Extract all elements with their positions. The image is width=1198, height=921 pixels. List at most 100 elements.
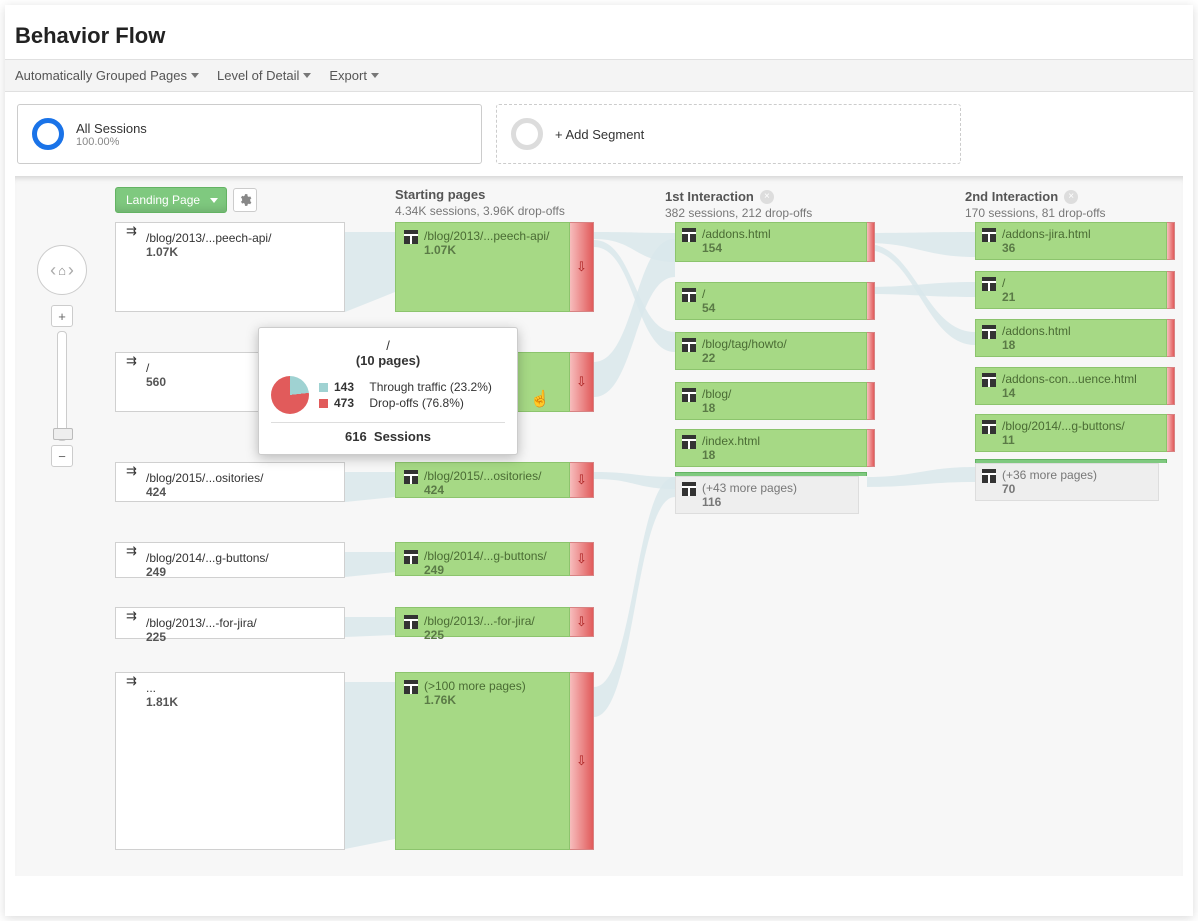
start-node-title: (>100 more pages) xyxy=(424,679,526,693)
nav-controls: ‹ ⌂ › + − xyxy=(37,245,87,467)
dropoff-indicator xyxy=(1167,319,1175,357)
start-node[interactable]: /blog/2013/...-for-jira/225 ⇩ xyxy=(395,607,594,637)
add-segment[interactable]: + Add Segment xyxy=(496,104,961,164)
interaction-node[interactable]: /21 xyxy=(975,271,1175,309)
level-of-detail-dropdown[interactable]: Level of Detail xyxy=(217,68,311,83)
dropoff-indicator xyxy=(867,222,875,262)
interaction-node-title: /addons-jira.html xyxy=(1002,227,1091,241)
landing-node-count: 1.81K xyxy=(146,695,178,709)
tooltip-pages: (10 pages) xyxy=(271,353,505,368)
start-node-count: 1.76K xyxy=(424,693,526,707)
interaction-node[interactable]: /54 xyxy=(675,282,875,320)
segment-value: 100.00% xyxy=(76,136,147,148)
interaction-node-title: / xyxy=(702,287,715,301)
interaction-node-count: 11 xyxy=(1002,433,1125,447)
flow-canvas[interactable]: ‹ ⌂ › + − xyxy=(15,176,1183,876)
dropoff-indicator xyxy=(867,382,875,420)
dropoff-indicator xyxy=(1167,367,1175,405)
pie-chart xyxy=(271,376,309,414)
chevron-down-icon xyxy=(303,73,311,78)
start-node[interactable]: (>100 more pages)1.76K ⇩ xyxy=(395,672,594,850)
zoom-thumb[interactable] xyxy=(53,428,73,440)
interaction-node[interactable]: /addons.html154 xyxy=(675,222,875,262)
interaction-node[interactable]: /blog/18 xyxy=(675,382,875,420)
settings-button[interactable] xyxy=(233,188,257,212)
page-icon xyxy=(982,277,996,291)
start-node-title: /blog/2015/...ositories/ xyxy=(424,469,541,483)
close-column-button[interactable]: × xyxy=(760,190,774,204)
start-node-count: 225 xyxy=(424,628,535,642)
start-node[interactable]: /blog/2015/...ositories/424 ⇩ xyxy=(395,462,594,498)
interaction-node[interactable]: /addons.html18 xyxy=(975,319,1175,357)
page-icon xyxy=(982,469,996,483)
interaction-node[interactable]: /index.html18 xyxy=(675,429,875,467)
page-icon xyxy=(682,388,696,402)
dimension-select[interactable]: Landing Page xyxy=(115,187,227,213)
landing-node-title: ... xyxy=(146,681,178,695)
toolbar: Automatically Grouped Pages Level of Det… xyxy=(5,59,1193,92)
interaction-node-title: /blog/2014/...g-buttons/ xyxy=(1002,419,1125,433)
page-icon xyxy=(982,228,996,242)
start-node-title: /blog/2013/...-for-jira/ xyxy=(424,614,535,628)
landing-node-title: /blog/2015/...ositories/ xyxy=(146,471,263,485)
dropoff-indicator: ⇩ xyxy=(570,672,594,850)
pan-home-button[interactable]: ‹ ⌂ › xyxy=(37,245,87,295)
interaction-node-title: /addons-con...uence.html xyxy=(1002,372,1137,386)
interaction-node[interactable]: /blog/2014/...g-buttons/11 xyxy=(975,414,1175,452)
zoom-in-button[interactable]: + xyxy=(51,305,73,327)
landing-node[interactable]: ⇉...1.81K xyxy=(115,672,345,850)
tooltip-through-label: Through traffic (23.2%) xyxy=(369,380,492,394)
start-node-count: 249 xyxy=(424,563,547,577)
level-of-detail-label: Level of Detail xyxy=(217,68,299,83)
landing-node-count: 1.07K xyxy=(146,245,271,259)
interaction-node[interactable]: /addons-con...uence.html14 xyxy=(975,367,1175,405)
start-node[interactable]: /blog/2014/...g-buttons/249 ⇩ xyxy=(395,542,594,576)
landing-node[interactable]: ⇉/blog/2014/...g-buttons/249 xyxy=(115,542,345,578)
interaction-node-count: 14 xyxy=(1002,386,1137,400)
segment-all-sessions[interactable]: All Sessions 100.00% xyxy=(17,104,482,164)
interaction-more-node[interactable]: (+43 more pages)116 xyxy=(675,472,867,514)
interaction-node[interactable]: /addons-jira.html36 xyxy=(975,222,1175,260)
grouped-pages-label: Automatically Grouped Pages xyxy=(15,68,187,83)
start-node-count: 1.07K xyxy=(424,243,549,257)
page-icon xyxy=(682,338,696,352)
page-icon xyxy=(682,482,696,496)
arrow-down-icon: ⇩ xyxy=(576,472,587,488)
interaction-node-count: 18 xyxy=(702,401,731,415)
interaction-more-node[interactable]: (+36 more pages)70 xyxy=(975,459,1167,501)
col-start-sub: 4.34K sessions, 3.96K drop-offs xyxy=(395,204,595,218)
page-icon xyxy=(682,288,696,302)
gear-icon xyxy=(238,193,252,207)
tooltip-sessions-label: Sessions xyxy=(374,429,431,444)
arrow-down-icon: ⇩ xyxy=(576,259,587,275)
page-icon xyxy=(404,230,418,244)
dropoff-indicator: ⇩ xyxy=(570,352,594,412)
segment-label: All Sessions xyxy=(76,121,147,136)
close-column-button[interactable]: × xyxy=(1064,190,1078,204)
landing-node[interactable]: ⇉/blog/2013/...-for-jira/225 xyxy=(115,607,345,639)
col-int1-title: 1st Interaction xyxy=(665,189,754,204)
zoom-out-button[interactable]: − xyxy=(51,445,73,467)
interaction-node-count: 54 xyxy=(702,301,715,315)
interaction-node-count: 154 xyxy=(702,241,771,255)
interaction-node-title: /index.html xyxy=(702,434,760,448)
page-icon xyxy=(682,228,696,242)
zoom-slider[interactable] xyxy=(57,331,67,441)
grouped-pages-dropdown[interactable]: Automatically Grouped Pages xyxy=(15,68,199,83)
tooltip-sessions-count: 616 xyxy=(345,429,367,444)
export-dropdown[interactable]: Export xyxy=(329,68,379,83)
dropoff-indicator xyxy=(1167,414,1175,452)
interaction-node[interactable]: /blog/tag/howto/22 xyxy=(675,332,875,370)
page-title: Behavior Flow xyxy=(5,5,1193,59)
interaction-node-count: 22 xyxy=(702,351,787,365)
landing-node[interactable]: ⇉/blog/2013/...peech-api/1.07K xyxy=(115,222,345,312)
tooltip-drop-label: Drop-offs (76.8%) xyxy=(369,396,463,410)
chevron-down-icon xyxy=(191,73,199,78)
page-icon xyxy=(682,435,696,449)
start-node[interactable]: /blog/2013/...peech-api/1.07K ⇩ xyxy=(395,222,594,312)
landing-node[interactable]: ⇉/blog/2015/...ositories/424 xyxy=(115,462,345,502)
page-icon xyxy=(982,325,996,339)
start-node-count: 424 xyxy=(424,483,541,497)
landing-node-title: / xyxy=(146,361,166,375)
landing-node-title: /blog/2014/...g-buttons/ xyxy=(146,551,269,565)
